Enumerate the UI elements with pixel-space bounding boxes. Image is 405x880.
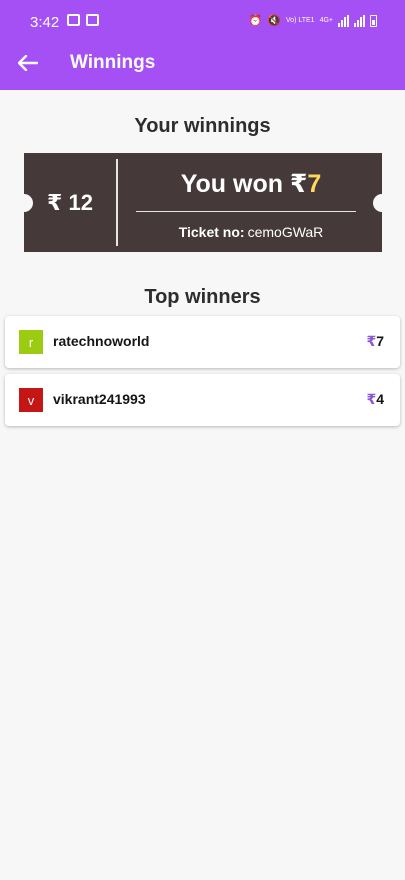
avatar: v <box>19 388 43 412</box>
top-winners-heading: Top winners <box>144 286 261 308</box>
rupee-symbol: ₹ <box>366 391 377 407</box>
status-time: 3:42 <box>30 14 60 31</box>
winner-amount-value: 7 <box>376 333 384 349</box>
mute-icon: 🔇 <box>267 15 281 27</box>
ticket-number: Ticket no: cemoGWaR <box>120 224 382 240</box>
ticket-separator <box>136 211 356 212</box>
rupee-symbol: ₹ <box>366 333 377 349</box>
message-icon <box>86 14 99 26</box>
winner-name: ratechnoworld <box>53 333 150 349</box>
signal-icon <box>338 14 349 27</box>
winner-name: vikrant241993 <box>53 391 146 407</box>
winner-row[interactable]: r ratechnoworld ₹7 <box>5 316 400 368</box>
winner-amount: ₹4 <box>366 391 384 408</box>
alarm-icon: ⏰ <box>248 15 263 27</box>
won-amount: 7 <box>307 170 322 198</box>
app-bar: 3:42 ⏰ 🔇 Vo) LTE1 4G+ Winnings <box>0 0 405 90</box>
ticket-divider <box>116 159 118 246</box>
winner-row[interactable]: v vikrant241993 ₹4 <box>5 374 400 426</box>
ticket-stake: ₹ 12 <box>47 189 93 215</box>
notification-icons <box>67 14 99 26</box>
winner-amount-value: 4 <box>376 391 384 407</box>
network-type-label: 4G+ <box>319 17 333 24</box>
status-bar: 3:42 ⏰ 🔇 Vo) LTE1 4G+ <box>0 0 405 40</box>
avatar: r <box>19 330 43 354</box>
won-prefix: You won <box>180 170 290 198</box>
back-button[interactable] <box>14 50 42 76</box>
ticket-label: Ticket no: <box>178 224 245 240</box>
status-indicators: ⏰ 🔇 Vo) LTE1 4G+ <box>248 14 377 27</box>
your-winnings-heading: Your winnings <box>134 115 271 137</box>
gallery-icon <box>67 14 80 26</box>
signal-icon-2 <box>354 14 365 27</box>
winner-amount: ₹7 <box>366 333 384 350</box>
network-label: Vo) LTE1 <box>285 17 315 24</box>
winning-ticket: ₹ 12 You won ₹7 Ticket no: cemoGWaR <box>15 153 391 252</box>
won-text: You won ₹7 <box>120 169 382 199</box>
won-currency: ₹ <box>289 170 308 198</box>
arrow-left-icon <box>18 55 38 71</box>
page-title: Winnings <box>70 52 156 73</box>
battery-icon <box>370 14 377 27</box>
ticket-code: cemoGWaR <box>247 224 324 240</box>
